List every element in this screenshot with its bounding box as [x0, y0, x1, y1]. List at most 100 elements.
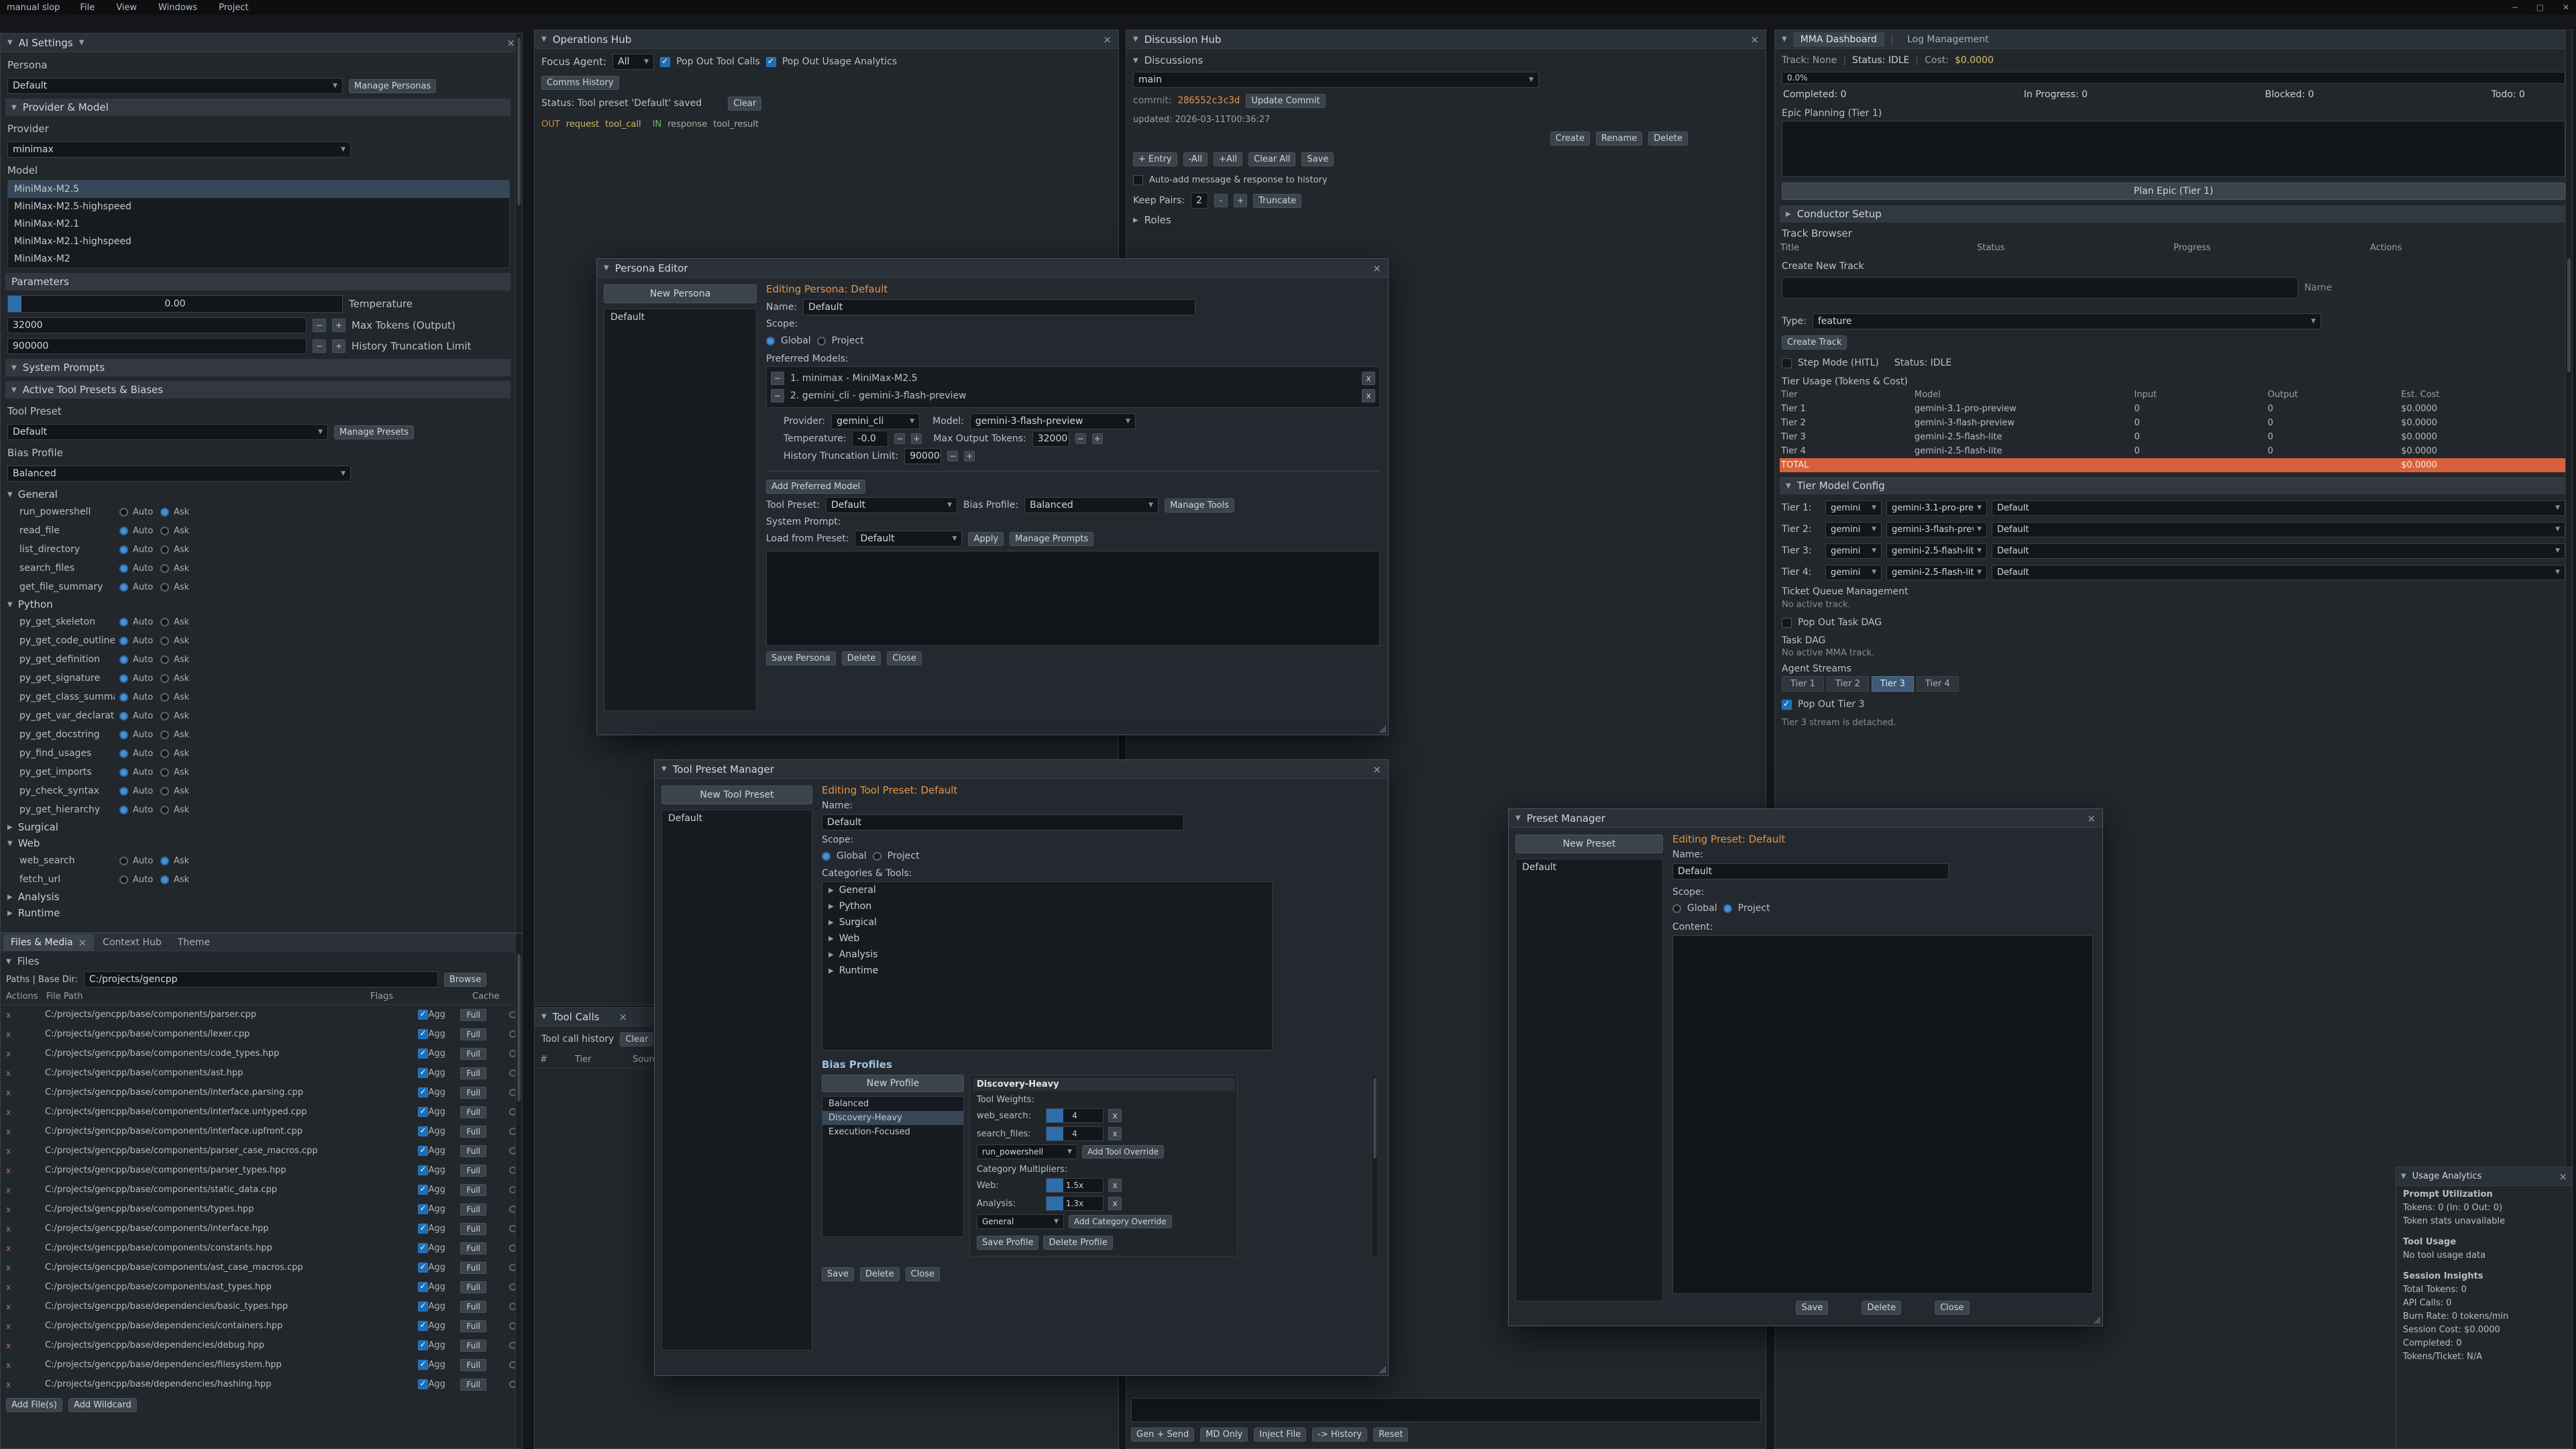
full-button[interactable]: Full — [460, 1359, 486, 1371]
menu-item[interactable]: Windows — [156, 3, 200, 13]
remove-button[interactable]: x — [1108, 1197, 1122, 1210]
ask-radio[interactable] — [160, 655, 169, 664]
name-input[interactable]: Default — [822, 814, 1184, 830]
tool-group[interactable]: ▶Runtime — [7, 905, 508, 921]
agg-checkbox[interactable] — [418, 1224, 428, 1234]
delete-button[interactable]: Delete — [860, 1267, 900, 1281]
model-select[interactable]: gemini-3-flash-preview▼ — [1886, 522, 1987, 537]
auto-radio[interactable] — [119, 693, 128, 702]
profile-item[interactable]: Execution-Focused — [822, 1125, 963, 1139]
agg-checkbox[interactable] — [418, 1243, 428, 1253]
full-button[interactable]: Full — [460, 1301, 486, 1313]
preset-select[interactable]: Default▼ — [1992, 522, 2565, 537]
remove-file-button[interactable]: x — [6, 1360, 45, 1370]
provider-select[interactable]: gemini▼ — [1825, 522, 1882, 537]
weight-slider[interactable]: 1.3x — [1046, 1196, 1104, 1211]
track-name-input[interactable] — [1782, 277, 2298, 299]
preset-select[interactable]: Default▼ — [1992, 543, 2565, 559]
reorder-button[interactable]: − — [771, 389, 784, 402]
remove-file-button[interactable]: x — [6, 1049, 45, 1059]
auto-radio[interactable] — [119, 508, 128, 517]
tier-model-config-section[interactable]: ▼Tier Model Config — [1780, 477, 2567, 494]
remove-button[interactable]: x — [1362, 389, 1375, 402]
remove-file-button[interactable]: x — [6, 1166, 45, 1175]
ask-radio[interactable] — [160, 712, 169, 720]
remove-file-button[interactable]: x — [6, 1224, 45, 1234]
full-button[interactable]: Full — [460, 1281, 486, 1293]
stream-tab[interactable]: Tier 4 — [1917, 676, 1959, 692]
weight-slider[interactable]: 4 — [1046, 1108, 1104, 1123]
close-icon[interactable]: × — [1103, 34, 1112, 46]
profile-item[interactable]: Discovery-Heavy — [822, 1111, 963, 1125]
project-radio[interactable] — [873, 852, 881, 861]
remove-file-button[interactable]: x — [6, 1244, 45, 1253]
epic-planning-textarea[interactable] — [1782, 121, 2565, 177]
tab-log-management[interactable]: Log Management — [1900, 32, 1996, 47]
ask-radio[interactable] — [160, 583, 169, 592]
agg-checkbox[interactable] — [418, 1126, 428, 1136]
agg-checkbox[interactable] — [418, 1263, 428, 1273]
category-row[interactable]: ▶Web — [822, 930, 1272, 947]
full-button[interactable]: Full — [460, 1262, 486, 1274]
auto-radio[interactable] — [119, 527, 128, 535]
preset-manager-header[interactable]: ▼ Preset Manager × — [1509, 809, 2102, 828]
full-button[interactable]: Full — [460, 1028, 486, 1040]
close-button[interactable]: Close — [887, 651, 921, 665]
max-output-input[interactable]: 32000 — [1032, 431, 1069, 447]
auto-add-checkbox[interactable] — [1133, 175, 1143, 185]
list-item[interactable]: Default — [604, 309, 756, 325]
agg-checkbox[interactable] — [418, 1185, 428, 1195]
tool-group[interactable]: ▶Analysis — [7, 889, 508, 905]
gen-send-button[interactable]: Gen + Send — [1131, 1428, 1194, 1442]
project-radio[interactable] — [1723, 904, 1732, 913]
close-icon[interactable]: × — [78, 936, 87, 949]
category-row[interactable]: ▶General — [822, 882, 1272, 898]
ask-radio[interactable] — [160, 527, 169, 535]
close-button[interactable]: Close — [1935, 1301, 1969, 1315]
decrement-button[interactable]: − — [313, 319, 326, 332]
minimize-icon[interactable]: ─ — [2512, 3, 2517, 12]
name-input[interactable]: Default — [1672, 863, 1949, 879]
create-button[interactable]: Create — [1550, 131, 1590, 146]
remove-file-button[interactable]: x — [6, 1108, 45, 1117]
plan-epic-button[interactable]: Plan Epic (Tier 1) — [1782, 182, 2565, 200]
pop-task-dag-checkbox[interactable] — [1782, 618, 1792, 628]
comms-history-button[interactable]: Comms History — [541, 76, 619, 90]
remove-file-button[interactable]: x — [6, 1088, 45, 1097]
decrement-button[interactable]: − — [313, 339, 326, 353]
base-dir-input[interactable]: C:/projects/gencpp — [84, 971, 438, 987]
full-button[interactable]: Full — [460, 1242, 486, 1254]
decrement-button[interactable]: − — [1075, 433, 1086, 444]
full-button[interactable]: Full — [460, 1126, 486, 1138]
auto-radio[interactable] — [119, 674, 128, 683]
agg-checkbox[interactable] — [418, 1087, 428, 1097]
auto-radio[interactable] — [119, 731, 128, 739]
ask-radio[interactable] — [160, 564, 169, 573]
delete-profile-button[interactable]: Delete Profile — [1043, 1236, 1112, 1250]
close-icon[interactable]: × — [2087, 812, 2096, 824]
manage-prompts-button[interactable]: Manage Prompts — [1010, 532, 1093, 546]
global-radio[interactable] — [766, 337, 775, 345]
ask-radio[interactable] — [160, 545, 169, 554]
stream-tab[interactable]: Tier 1 — [1782, 676, 1824, 692]
step-mode-checkbox[interactable] — [1782, 358, 1792, 368]
close-icon[interactable]: × — [2559, 1171, 2567, 1183]
tool-group[interactable]: ▼Python — [7, 596, 508, 612]
persona-editor-header[interactable]: ▼ Persona Editor × — [597, 259, 1388, 278]
ask-radio[interactable] — [160, 637, 169, 645]
parameters-section[interactable]: Parameters — [5, 273, 511, 290]
tab-theme[interactable]: Theme — [170, 935, 217, 950]
auto-radio[interactable] — [119, 583, 128, 592]
model-select[interactable]: gemini-2.5-flash-lite▼ — [1886, 565, 1987, 580]
agg-checkbox[interactable] — [418, 1340, 428, 1350]
agg-checkbox[interactable] — [418, 1282, 428, 1292]
ask-radio[interactable] — [160, 857, 169, 865]
to-history-button[interactable]: -> History — [1312, 1428, 1367, 1442]
remove-file-button[interactable]: x — [6, 1185, 45, 1195]
system-prompts-section[interactable]: ▼System Prompts — [5, 359, 511, 376]
pop-usage-checkbox[interactable] — [766, 57, 776, 67]
remove-file-button[interactable]: x — [6, 1263, 45, 1273]
ask-radio[interactable] — [160, 674, 169, 683]
pop-tool-calls-checkbox[interactable] — [660, 57, 670, 67]
full-button[interactable]: Full — [460, 1165, 486, 1177]
